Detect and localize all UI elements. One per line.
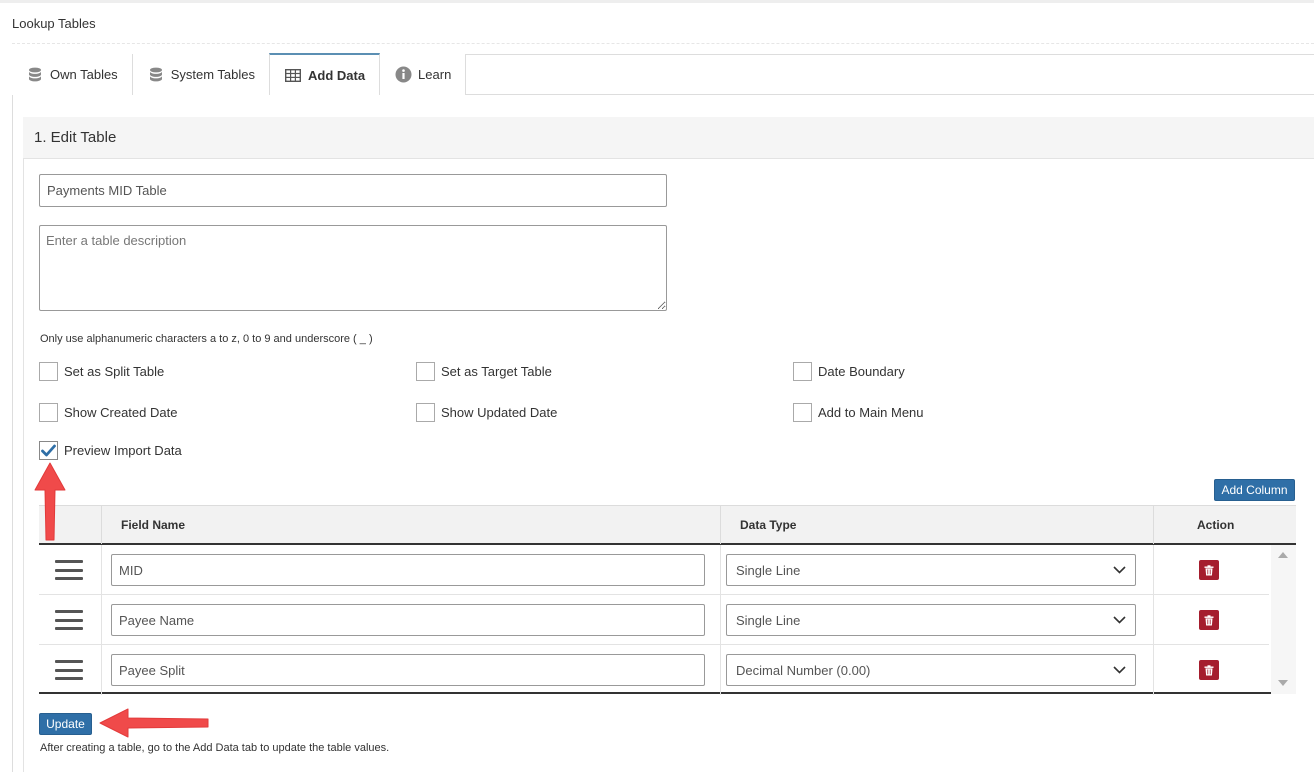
delete-column-button[interactable]	[1199, 610, 1219, 630]
drag-handle-icon[interactable]	[55, 560, 83, 580]
data-type-value: Single Line	[736, 562, 801, 578]
checkbox-box[interactable]	[39, 403, 58, 422]
columns-grid: Field Name Data Type Action Single Line	[39, 505, 1296, 695]
info-circle-icon	[394, 66, 412, 83]
header-divider	[101, 506, 102, 544]
column-divider	[720, 595, 721, 645]
split-table-checkbox[interactable]: Set as Split Table	[39, 362, 164, 381]
tab-bar: Own Tables System Tables Add Data Learn	[12, 53, 1314, 95]
data-type-value: Decimal Number (0.00)	[736, 662, 871, 678]
database-icon	[26, 67, 44, 83]
header-action: Action	[1197, 518, 1235, 532]
table-grid-icon	[284, 67, 302, 83]
tab-own-tables[interactable]: Own Tables	[12, 54, 133, 95]
checkbox-label: Preview Import Data	[64, 443, 182, 458]
data-type-select[interactable]: Decimal Number (0.00)	[726, 654, 1136, 686]
target-table-checkbox[interactable]: Set as Target Table	[416, 362, 552, 381]
heading-divider	[12, 43, 1314, 44]
annotation-arrow-left-icon	[99, 708, 209, 738]
update-button[interactable]: Update	[39, 713, 92, 735]
top-border	[0, 0, 1314, 3]
section-title: 1. Edit Table	[23, 117, 1314, 159]
tab-label: System Tables	[170, 67, 255, 82]
column-divider	[1153, 645, 1154, 695]
checkbox-label: Show Created Date	[64, 405, 178, 420]
header-divider	[720, 506, 721, 544]
grid-body: Single Line Single Line	[39, 545, 1296, 695]
column-divider	[101, 595, 102, 645]
database-icon	[147, 67, 165, 83]
drag-handle-icon[interactable]	[55, 610, 83, 630]
tab-label: Add Data	[307, 67, 366, 83]
checkbox-label: Show Updated Date	[441, 405, 558, 420]
trash-icon	[1204, 664, 1214, 675]
grid-header: Field Name Data Type Action	[39, 505, 1296, 545]
checkbox-box[interactable]	[416, 403, 435, 422]
column-divider	[101, 545, 102, 595]
checkbox-label: Date Boundary	[818, 364, 905, 379]
preview-import-data-checkbox[interactable]: Preview Import Data	[39, 441, 182, 460]
data-type-select[interactable]: Single Line	[726, 604, 1136, 636]
header-divider	[1153, 506, 1154, 544]
tab-label: Learn	[418, 67, 452, 82]
field-name-input[interactable]	[111, 604, 705, 636]
scroll-down-icon[interactable]	[1278, 680, 1288, 686]
show-updated-date-checkbox[interactable]: Show Updated Date	[416, 403, 557, 422]
column-divider	[1153, 545, 1154, 595]
table-name-input[interactable]	[39, 174, 667, 207]
column-divider	[720, 645, 721, 695]
table-row: Single Line	[39, 595, 1269, 645]
grid-scrollbar[interactable]	[1271, 545, 1296, 694]
table-description-field[interactable]	[39, 225, 667, 311]
drag-handle-icon[interactable]	[55, 660, 83, 680]
column-divider	[1153, 595, 1154, 645]
naming-hint: Only use alphanumeric characters a to z,…	[40, 333, 373, 345]
date-boundary-checkbox[interactable]: Date Boundary	[793, 362, 905, 381]
table-row: Single Line	[39, 545, 1269, 595]
checkbox-box[interactable]	[39, 362, 58, 381]
checkbox-label: Add to Main Menu	[818, 405, 924, 420]
scroll-up-icon[interactable]	[1278, 552, 1288, 558]
data-type-value: Single Line	[736, 612, 801, 628]
tab-label: Own Tables	[50, 67, 118, 82]
table-row: Decimal Number (0.00)	[39, 645, 1269, 695]
header-field-name[interactable]: Field Name	[121, 506, 185, 544]
annotation-arrow-up-icon	[34, 462, 66, 541]
tab-system-tables[interactable]: System Tables	[132, 54, 270, 95]
checkbox-box[interactable]	[793, 362, 812, 381]
tab-add-data[interactable]: Add Data	[268, 53, 381, 95]
chevron-down-icon	[1113, 566, 1126, 574]
trash-icon	[1204, 614, 1214, 625]
delete-column-button[interactable]	[1199, 560, 1219, 580]
checkbox-label: Set as Split Table	[64, 364, 165, 379]
show-created-date-checkbox[interactable]: Show Created Date	[39, 403, 177, 422]
trash-icon	[1204, 564, 1214, 575]
checkbox-box[interactable]	[416, 362, 435, 381]
checkbox-label: Set as Target Table	[441, 364, 552, 379]
column-divider	[720, 545, 721, 595]
add-column-button[interactable]: Add Column	[1214, 479, 1295, 501]
checkbox-box[interactable]	[39, 441, 58, 460]
delete-column-button[interactable]	[1199, 660, 1219, 680]
checkbox-box[interactable]	[793, 403, 812, 422]
data-type-select[interactable]: Single Line	[726, 554, 1136, 586]
field-name-input[interactable]	[111, 654, 705, 686]
page-title: Lookup Tables	[12, 16, 96, 31]
tab-learn[interactable]: Learn	[380, 54, 467, 95]
chevron-down-icon	[1113, 616, 1126, 624]
column-divider	[101, 645, 102, 695]
chevron-down-icon	[1113, 666, 1126, 674]
checkmark-icon	[41, 444, 56, 457]
footnote: After creating a table, go to the Add Da…	[40, 742, 390, 754]
field-name-input[interactable]	[111, 554, 705, 586]
add-to-main-menu-checkbox[interactable]: Add to Main Menu	[793, 403, 924, 422]
header-data-type[interactable]: Data Type	[740, 506, 796, 544]
